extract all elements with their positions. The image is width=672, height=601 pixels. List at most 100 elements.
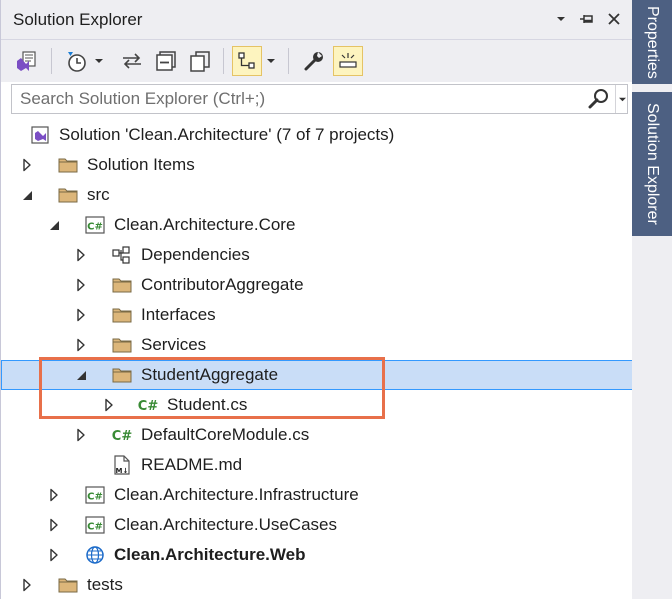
search-options-dropdown[interactable] [615,85,629,113]
tab-properties-label: Properties [644,5,661,79]
switch-views-button[interactable] [11,46,41,76]
properties-button[interactable] [299,46,329,76]
tree-item-label: tests [87,575,123,594]
wrench-icon [304,52,323,71]
tab-properties[interactable]: Properties [632,0,672,84]
tree-item-label: ContributorAggregate [141,275,304,294]
chevron-down-icon [557,17,565,21]
folder-icon [111,364,133,386]
chevron-down-icon [619,97,626,101]
web-project-icon [84,544,106,566]
svg-text:C#: C# [87,222,103,233]
tree-item[interactable]: M↓ README.md [1,450,633,480]
tree-item[interactable]: src [1,180,633,210]
window-options-dropdown[interactable] [554,8,568,30]
collapsed-arrow-icon[interactable] [103,398,115,412]
collapse-all-button[interactable] [151,46,181,76]
tree-item-label: DefaultCoreModule.cs [141,425,310,444]
solution-tree: Solution 'Clean.Architecture' (7 of 7 pr… [1,120,633,599]
collapsed-arrow-icon[interactable] [75,428,87,442]
tree-item-label: Solution Items [87,155,195,174]
sync-with-active-document-button[interactable] [117,46,147,76]
collapsed-arrow-icon[interactable] [21,578,33,592]
pin-button[interactable] [576,8,598,30]
svg-text:C#: C# [112,429,133,444]
chevron-down-icon [267,59,275,63]
show-all-files-icon [190,51,210,72]
close-button[interactable] [604,8,624,30]
chevron-down-icon [95,59,103,63]
tree-item-label: src [87,185,110,204]
folder-icon [111,334,133,356]
collapse-all-icon [156,51,176,71]
collapsed-arrow-icon[interactable] [21,158,33,172]
hierarchy-icon [238,52,255,69]
svg-text:C#: C# [87,522,103,533]
pending-changes-dropdown[interactable] [91,46,107,76]
expanded-arrow-icon[interactable] [21,188,33,202]
tree-item[interactable]: C# Clean.Architecture.Infrastructure [1,480,633,510]
expanded-arrow-icon[interactable] [75,368,87,382]
tree-item[interactable]: Dependencies [1,240,633,270]
preview-selected-items-button[interactable] [333,46,363,76]
tree-item[interactable]: C# Student.cs [1,390,633,420]
tab-solution-explorer-label: Solution Explorer [644,103,661,225]
csharp-file-icon: C# [137,394,159,416]
tree-item[interactable]: Interfaces [1,300,633,330]
collapsed-arrow-icon[interactable] [75,308,87,322]
close-icon [608,13,620,25]
collapsed-arrow-icon[interactable] [48,518,60,532]
collapsed-arrow-icon[interactable] [75,338,87,352]
tree-item[interactable]: ContributorAggregate [1,270,633,300]
csharp-project-icon: C# [84,214,106,236]
search-button[interactable] [588,88,610,110]
solution-icon [29,124,51,146]
tree-item[interactable]: Clean.Architecture.Web [1,540,633,570]
collapsed-arrow-icon[interactable] [48,488,60,502]
visual-studio-switch-icon [17,51,36,71]
csharp-project-icon: C# [84,484,106,506]
tree-item[interactable]: tests [1,570,633,600]
toolbar [1,40,633,82]
svg-text:M↓: M↓ [116,467,129,475]
tree-item[interactable]: Solution 'Clean.Architecture' (7 of 7 pr… [1,120,633,150]
folder-icon [57,184,79,206]
preview-icon [339,53,357,68]
show-all-files-button[interactable] [185,46,215,76]
pending-changes-filter-button[interactable] [61,46,91,76]
tab-solution-explorer[interactable]: Solution Explorer [632,92,672,236]
tree-item[interactable]: Solution Items [1,150,633,180]
collapsed-arrow-icon[interactable] [75,248,87,262]
expanded-arrow-icon[interactable] [48,218,60,232]
tree-item-label: Clean.Architecture.Core [114,215,296,234]
collapsed-arrow-icon[interactable] [48,548,60,562]
tree-item-label: Interfaces [141,305,216,324]
search-input[interactable] [12,85,590,113]
dependencies-icon [111,244,133,266]
track-active-item-dropdown[interactable] [263,46,279,76]
folder-icon [111,304,133,326]
tree-item[interactable]: Services [1,330,633,360]
side-tab-strip: Properties Solution Explorer [632,0,672,599]
folder-icon [57,574,79,596]
tree-item-label: Dependencies [141,245,250,264]
search-box [11,84,628,114]
collapsed-arrow-icon[interactable] [75,278,87,292]
tree-item-label: Clean.Architecture.Web [114,545,306,564]
title-bar: Solution Explorer [1,0,633,40]
tree-item-label: README.md [141,455,243,474]
clock-icon [68,52,86,72]
tree-item[interactable]: C# DefaultCoreModule.cs [1,420,633,450]
tree-item-label: Solution 'Clean.Architecture' (7 of 7 pr… [59,125,395,144]
tree-item[interactable]: C# Clean.Architecture.UseCases [1,510,633,540]
pin-icon [580,15,593,23]
tree-item[interactable]: StudentAggregate [1,360,633,390]
svg-text:C#: C# [138,399,159,414]
svg-text:C#: C# [87,492,103,503]
track-active-item-button[interactable] [232,46,262,76]
solution-explorer-panel: Solution Explorer Search Solution Explor… [0,0,633,599]
csharp-file-icon: C# [111,424,133,446]
tree-item[interactable]: C# Clean.Architecture.Core [1,210,633,240]
tree-item-label: Clean.Architecture.Infrastructure [114,485,359,504]
tree-item-label: Clean.Architecture.UseCases [114,515,337,534]
